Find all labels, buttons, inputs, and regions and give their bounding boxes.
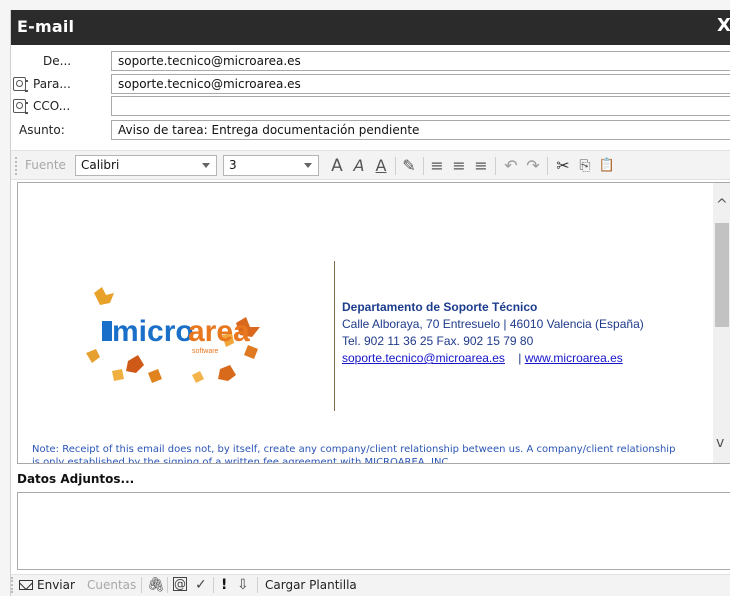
close-icon[interactable]: X bbox=[717, 15, 730, 37]
check-icon[interactable]: ✓ bbox=[195, 577, 207, 593]
signature-block: Departamento de Soporte Técnico Calle Al… bbox=[342, 299, 644, 367]
to-row: Para... soporte.tecnico@microarea.es bbox=[11, 74, 730, 94]
logo-sub: software bbox=[192, 348, 219, 355]
microarea-logo: micro area software bbox=[86, 287, 260, 383]
legal-note-line2: is only established by the signing of a … bbox=[32, 457, 452, 464]
from-field[interactable]: soporte.tecnico@microarea.es bbox=[111, 51, 730, 71]
action-bar: Enviar Cuentas 🖇 @ ✓ ! ⇩ Cargar Plantill… bbox=[11, 574, 730, 596]
font-label: Fuente bbox=[25, 158, 66, 172]
accounts-button[interactable]: Cuentas bbox=[87, 578, 136, 592]
contact-card-icon[interactable]: @ bbox=[173, 577, 187, 591]
signature-separator: | bbox=[518, 351, 522, 365]
signature-phone: Tel. 902 11 36 25 Fax. 902 15 79 80 bbox=[342, 334, 534, 348]
logo-text-micro: micro bbox=[112, 315, 194, 348]
signature-web-link[interactable]: www.microarea.es bbox=[525, 351, 623, 365]
signature-department: Departamento de Soporte Técnico bbox=[342, 300, 538, 314]
from-label[interactable]: De... bbox=[43, 54, 71, 68]
chevron-down-icon bbox=[202, 163, 210, 168]
paste-icon[interactable]: 📋 bbox=[597, 155, 617, 177]
message-body[interactable]: micro area software Departamento de Sopo… bbox=[17, 182, 730, 464]
subject-field[interactable]: Aviso de tarea: Entrega documentación pe… bbox=[111, 120, 730, 140]
scroll-thumb[interactable] bbox=[715, 223, 729, 327]
signature-email-link[interactable]: soporte.tecnico@microarea.es bbox=[342, 351, 505, 365]
legal-note: Note: Receipt of this email does not, by… bbox=[32, 443, 714, 464]
bcc-field[interactable] bbox=[111, 96, 730, 116]
bcc-label[interactable]: CCO... bbox=[33, 99, 70, 113]
toolbar-separator bbox=[213, 577, 214, 593]
align-right-icon[interactable]: ≡ bbox=[471, 155, 491, 177]
title-bar: E-mail X bbox=[11, 10, 730, 45]
toolbar-separator bbox=[257, 577, 258, 593]
paperclip-icon[interactable]: 🖇 bbox=[147, 577, 165, 593]
font-italic-icon[interactable]: A bbox=[349, 155, 369, 177]
priority-high-icon[interactable]: ! bbox=[221, 577, 227, 593]
subject-row: Asunto: Aviso de tarea: Entrega document… bbox=[11, 120, 730, 140]
format-toolbar: Fuente Calibri 3 A A A ✎ ≡ ≡ ≡ ↶ ↷ ✂ ⎘ 📋 bbox=[11, 150, 730, 180]
address-book-icon[interactable] bbox=[13, 77, 28, 92]
font-name-select[interactable]: Calibri bbox=[75, 155, 217, 176]
toolbar-separator bbox=[395, 157, 396, 175]
undo-icon[interactable]: ↶ bbox=[501, 155, 521, 177]
legal-note-line1: Note: Receipt of this email does not, by… bbox=[32, 444, 676, 455]
send-button[interactable]: Enviar bbox=[37, 578, 75, 592]
copy-icon[interactable]: ⎘ bbox=[575, 155, 595, 177]
scroll-up-icon[interactable]: ^ bbox=[716, 198, 728, 212]
redo-icon[interactable]: ↷ bbox=[523, 155, 543, 177]
font-name-value: Calibri bbox=[81, 158, 120, 172]
attachments-label[interactable]: Datos Adjuntos... bbox=[17, 472, 134, 486]
font-size-value: 3 bbox=[229, 158, 237, 172]
chevron-down-icon bbox=[304, 163, 312, 168]
signature-address: Calle Alboraya, 70 Entresuelo | 46010 Va… bbox=[342, 317, 644, 331]
signature-divider bbox=[334, 261, 335, 411]
body-scrollbar[interactable]: ^ v bbox=[713, 183, 730, 463]
cut-icon[interactable]: ✂ bbox=[553, 155, 573, 177]
toolbar-separator bbox=[547, 157, 548, 175]
align-left-icon[interactable]: ≡ bbox=[427, 155, 447, 177]
font-color-icon[interactable]: A bbox=[371, 155, 391, 177]
address-book-icon[interactable] bbox=[13, 99, 28, 114]
font-size-select[interactable]: 3 bbox=[223, 155, 319, 176]
to-label[interactable]: Para... bbox=[33, 77, 71, 91]
align-center-icon[interactable]: ≡ bbox=[449, 155, 469, 177]
logo-text-area: area bbox=[188, 315, 250, 348]
scroll-down-icon[interactable]: v bbox=[716, 436, 728, 450]
toolbar-separator bbox=[141, 577, 142, 593]
toolbar-separator bbox=[167, 577, 168, 593]
highlighter-icon[interactable]: ✎ bbox=[399, 155, 419, 177]
toolbar-grip[interactable] bbox=[11, 577, 15, 593]
font-grow-icon[interactable]: A bbox=[327, 155, 347, 177]
email-window: E-mail X De... soporte.tecnico@microarea… bbox=[10, 10, 730, 596]
load-template-button[interactable]: Cargar Plantilla bbox=[265, 578, 357, 592]
toolbar-separator bbox=[495, 157, 496, 175]
toolbar-grip[interactable] bbox=[15, 157, 19, 175]
attachments-box[interactable] bbox=[17, 492, 730, 570]
toolbar-separator bbox=[423, 157, 424, 175]
envelope-icon[interactable] bbox=[19, 580, 33, 590]
signature-links: soporte.tecnico@microarea.es | www.micro… bbox=[342, 350, 644, 367]
to-field[interactable]: soporte.tecnico@microarea.es bbox=[111, 74, 730, 94]
bcc-row: CCO... bbox=[11, 96, 730, 116]
from-row: De... soporte.tecnico@microarea.es bbox=[11, 51, 730, 71]
priority-low-icon[interactable]: ⇩ bbox=[237, 577, 249, 593]
subject-label: Asunto: bbox=[19, 123, 65, 137]
window-title: E-mail bbox=[17, 17, 75, 36]
